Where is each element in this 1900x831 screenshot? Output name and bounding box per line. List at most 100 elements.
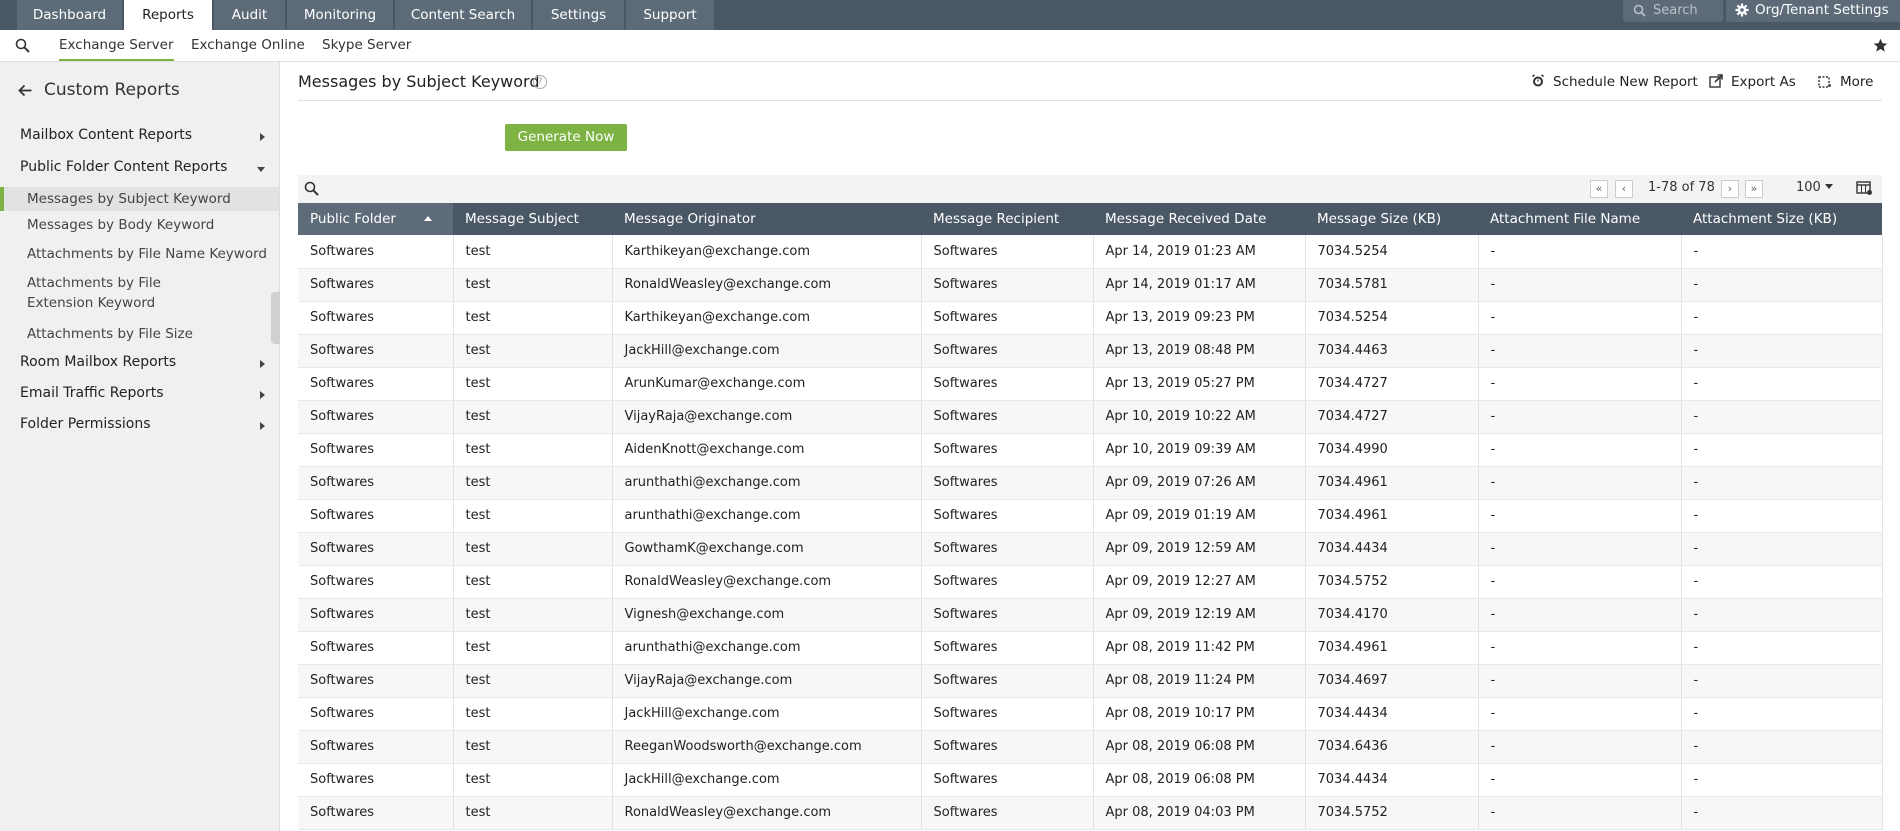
tab-audit[interactable]: Audit <box>214 0 286 30</box>
table-row[interactable]: Softwares test RonaldWeasley@exchange.com S… <box>298 268 1883 302</box>
group-label: Public Folder Content Reports <box>20 159 228 175</box>
cell-public-folder: Softwares <box>298 400 454 434</box>
cell-message-recipient: Softwares <box>921 664 1094 698</box>
last-page-button[interactable]: » <box>1745 180 1763 198</box>
table-row[interactable]: Softwares test VijayRaja@exchange.com Softw… <box>298 400 1883 434</box>
chevron-right-icon <box>260 422 265 430</box>
cell-attachment-size: - <box>1681 565 1883 599</box>
more-button[interactable]: More <box>1818 74 1873 90</box>
cell-attachment-size: - <box>1681 532 1883 566</box>
table-row[interactable]: Softwares test RonaldWeasley@exchange.com S… <box>298 565 1883 599</box>
sidebar-collapse-handle[interactable] <box>271 292 280 344</box>
table-row[interactable]: Softwares test Karthikeyan@exchange.com Sof… <box>298 301 1883 335</box>
table-row[interactable]: Softwares test JackHill@exchange.com Softwa… <box>298 334 1883 368</box>
table-row[interactable]: Softwares test arunthathi@exchange.com Soft… <box>298 499 1883 533</box>
cell-public-folder: Softwares <box>298 235 454 269</box>
column-header-message-size[interactable]: Message Size (KB) <box>1305 203 1478 235</box>
cell-received-date: Apr 13, 2019 08:48 PM <box>1093 334 1306 368</box>
cell-received-date: Apr 09, 2019 01:19 AM <box>1093 499 1306 533</box>
sidebar-item-messages-by-subject[interactable]: Messages by Subject Keyword <box>0 187 279 211</box>
cell-attachment-file-name: - <box>1478 730 1682 764</box>
tab-reports[interactable]: Reports <box>124 0 213 30</box>
help-icon[interactable]: ? <box>533 75 547 89</box>
header-label: Public Folder <box>310 211 396 227</box>
sidebar-item-attachments-by-file-size[interactable]: Attachments by File Size <box>0 324 279 344</box>
previous-page-button[interactable]: ‹ <box>1615 180 1633 198</box>
column-chooser-icon[interactable] <box>1856 181 1873 196</box>
cell-received-date: Apr 09, 2019 12:59 AM <box>1093 532 1306 566</box>
sidebar-group-folder-permissions[interactable]: Folder Permissions <box>20 416 270 432</box>
cell-message-size: 7034.4434 <box>1305 763 1479 797</box>
cell-message-subject: test <box>453 433 613 467</box>
gear-icon <box>1735 3 1749 17</box>
table-row[interactable]: Softwares test ArunKumar@exchange.com Softw… <box>298 367 1883 401</box>
tab-settings[interactable]: Settings <box>533 0 625 30</box>
table-row[interactable]: Softwares test VijayRaja@exchange.com Softw… <box>298 664 1883 698</box>
tab-content-search[interactable]: Content Search <box>395 0 532 30</box>
search-icon[interactable] <box>304 181 319 196</box>
column-header-message-received-date[interactable]: Message Received Date <box>1093 203 1305 235</box>
table-row[interactable]: Softwares test arunthathi@exchange.com Soft… <box>298 631 1883 665</box>
cell-attachment-size: - <box>1681 796 1883 830</box>
column-header-attachment-size[interactable]: Attachment Size (KB) <box>1681 203 1882 235</box>
cell-message-recipient: Softwares <box>921 367 1094 401</box>
cell-message-recipient: Softwares <box>921 796 1094 830</box>
cell-public-folder: Softwares <box>298 763 454 797</box>
cell-public-folder: Softwares <box>298 631 454 665</box>
tab-dashboard[interactable]: Dashboard <box>17 0 123 30</box>
column-header-message-subject[interactable]: Message Subject <box>453 203 612 235</box>
column-header-message-recipient[interactable]: Message Recipient <box>921 203 1093 235</box>
tab-support[interactable]: Support <box>626 0 715 30</box>
table-row[interactable]: Softwares test GowthamK@exchange.com Softwa… <box>298 532 1883 566</box>
sidebar-group-email-traffic[interactable]: Email Traffic Reports <box>20 385 270 401</box>
org-tenant-settings-button[interactable]: Org/Tenant Settings <box>1726 0 1900 22</box>
column-header-message-originator[interactable]: Message Originator <box>612 203 921 235</box>
cell-message-subject: test <box>453 796 613 830</box>
sidebar-item-attachments-by-file-name[interactable]: Attachments by File Name Keyword <box>0 244 279 264</box>
subtab-skype-server[interactable]: Skype Server <box>322 30 411 61</box>
first-page-button[interactable]: « <box>1590 180 1608 198</box>
table-row[interactable]: Softwares test AidenKnott@exchange.com Soft… <box>298 433 1883 467</box>
column-header-attachment-file-name[interactable]: Attachment File Name <box>1478 203 1681 235</box>
next-page-button[interactable]: › <box>1721 180 1739 198</box>
subtab-exchange-online[interactable]: Exchange Online <box>191 30 305 61</box>
cell-received-date: Apr 10, 2019 10:22 AM <box>1093 400 1306 434</box>
cell-attachment-file-name: - <box>1478 235 1682 269</box>
search-placeholder: Search <box>1653 3 1698 18</box>
global-search[interactable]: Search <box>1623 0 1723 22</box>
sidebar-group-mailbox-content[interactable]: Mailbox Content Reports <box>20 127 270 143</box>
cell-message-originator: VijayRaja@exchange.com <box>612 400 922 434</box>
table-row[interactable]: Softwares test JackHill@exchange.com Softwa… <box>298 697 1883 731</box>
search-icon[interactable] <box>15 38 30 53</box>
cell-message-size: 7034.4170 <box>1305 598 1479 632</box>
tab-monitoring[interactable]: Monitoring <box>287 0 394 30</box>
cell-message-originator: AidenKnott@exchange.com <box>612 433 922 467</box>
cell-attachment-file-name: - <box>1478 532 1682 566</box>
back-to-custom-reports[interactable]: Custom Reports <box>18 80 180 100</box>
cell-message-subject: test <box>453 697 613 731</box>
sidebar-group-room-mailbox[interactable]: Room Mailbox Reports <box>20 354 270 370</box>
table-row[interactable]: Softwares test Karthikeyan@exchange.com Sof… <box>298 235 1883 269</box>
sidebar-group-public-folder-content[interactable]: Public Folder Content Reports <box>20 159 270 175</box>
table-row[interactable]: Softwares test JackHill@exchange.com Softwa… <box>298 763 1883 797</box>
sidebar-item-messages-by-body[interactable]: Messages by Body Keyword <box>0 215 279 235</box>
star-icon[interactable] <box>1873 38 1888 53</box>
cell-message-originator: RonaldWeasley@exchange.com <box>612 268 922 302</box>
table-body: Softwares test Karthikeyan@exchange.com Sof… <box>298 235 1883 830</box>
cell-received-date: Apr 08, 2019 10:17 PM <box>1093 697 1306 731</box>
table-row[interactable]: Softwares test ReeganWoodsworth@exchange.c… <box>298 730 1883 764</box>
generate-now-button[interactable]: Generate Now <box>505 124 627 151</box>
export-as-button[interactable]: Export As <box>1709 74 1796 90</box>
per-page-select[interactable]: 100 <box>1796 180 1833 195</box>
table-row[interactable]: Softwares test RonaldWeasley@exchange.com S… <box>298 796 1883 830</box>
subtab-exchange-server[interactable]: Exchange Server <box>59 30 174 61</box>
cell-message-originator: arunthathi@exchange.com <box>612 499 922 533</box>
cell-message-originator: JackHill@exchange.com <box>612 334 922 368</box>
table-row[interactable]: Softwares test arunthathi@exchange.com Soft… <box>298 466 1883 500</box>
sidebar-item-attachments-by-file-extension[interactable]: Attachments by File Extension Keyword <box>0 273 250 313</box>
cell-attachment-file-name: - <box>1478 763 1682 797</box>
column-header-public-folder[interactable]: Public Folder <box>298 203 453 235</box>
table-row[interactable]: Softwares test Vignesh@exchange.com Softwar… <box>298 598 1883 632</box>
sub-nav: Exchange Server Exchange Online Skype Se… <box>0 30 1900 62</box>
schedule-new-report-button[interactable]: Schedule New Report <box>1531 74 1698 90</box>
